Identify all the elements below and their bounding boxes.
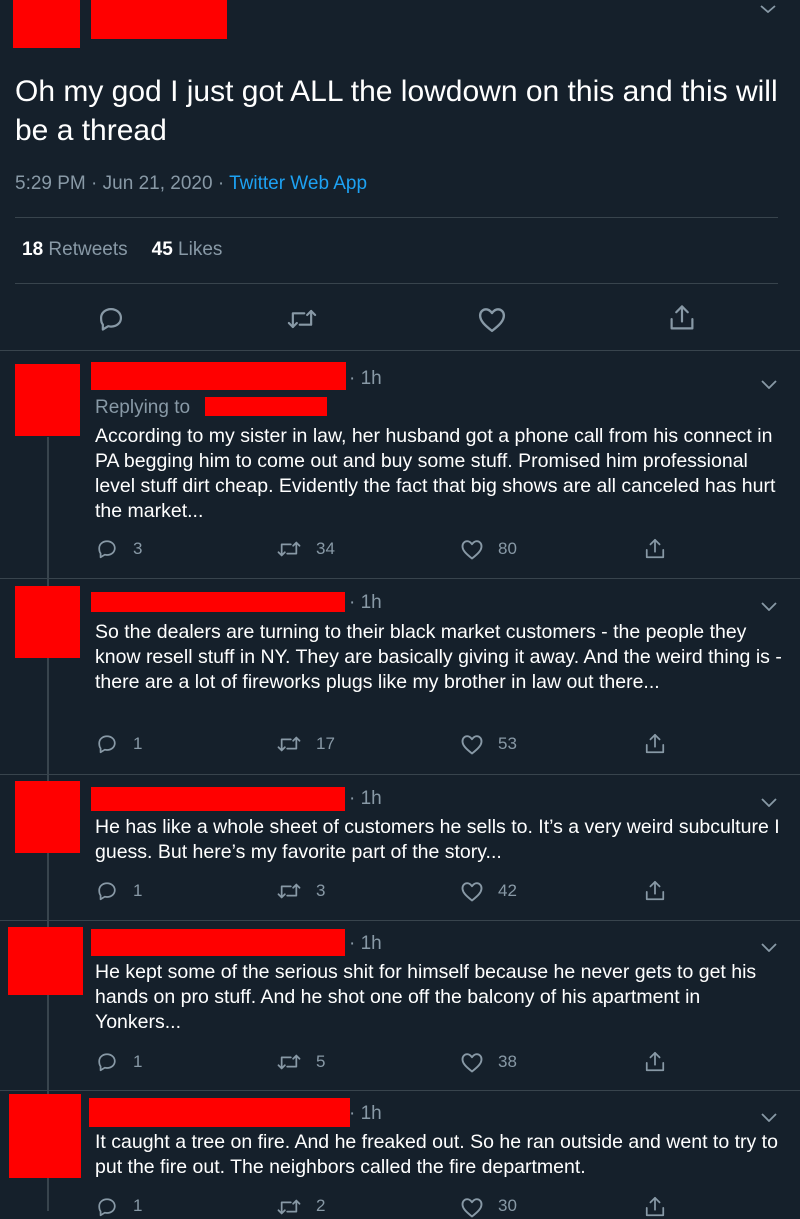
chevron-down-icon[interactable] bbox=[761, 376, 777, 394]
like-count: 80 bbox=[498, 539, 517, 558]
reply-timestamp[interactable]: · 1h bbox=[349, 368, 382, 390]
divider bbox=[0, 350, 800, 351]
reply-icon[interactable] bbox=[96, 538, 118, 560]
avatar-redacted[interactable] bbox=[9, 1094, 81, 1178]
heart-icon[interactable] bbox=[460, 733, 484, 755]
divider bbox=[15, 283, 778, 284]
author-name-redacted[interactable] bbox=[91, 929, 345, 956]
divider bbox=[15, 217, 778, 218]
author-name-redacted[interactable] bbox=[91, 787, 345, 811]
tweet-meta: 5:29 PM · Jun 21, 2020 · Twitter Web App bbox=[15, 173, 367, 195]
retweets-stat[interactable]: 18 Retweets bbox=[22, 239, 128, 260]
meta-separator: · bbox=[91, 173, 98, 194]
divider bbox=[0, 920, 800, 921]
likes-stat[interactable]: 45 Likes bbox=[152, 239, 223, 260]
avatar-redacted[interactable] bbox=[15, 781, 80, 853]
reply-icon[interactable] bbox=[96, 880, 118, 902]
heart-icon[interactable] bbox=[460, 1051, 484, 1073]
reply-icon[interactable] bbox=[96, 1051, 118, 1073]
heart-icon[interactable] bbox=[460, 880, 484, 902]
tweet-text: Oh my god I just got ALL the lowdown on … bbox=[15, 75, 778, 147]
reply-timestamp[interactable]: · 1h bbox=[349, 1103, 382, 1125]
reply-icon[interactable] bbox=[97, 305, 125, 333]
chevron-down-icon[interactable] bbox=[761, 794, 777, 812]
heart-icon[interactable] bbox=[477, 305, 507, 333]
reply-count: 1 bbox=[133, 881, 143, 900]
avatar-redacted[interactable] bbox=[8, 927, 83, 995]
retweets-label: Retweets bbox=[48, 239, 128, 260]
share-icon[interactable] bbox=[644, 1050, 666, 1074]
tweet-date[interactable]: Jun 21, 2020 bbox=[103, 173, 213, 194]
retweet-icon[interactable] bbox=[276, 1196, 302, 1218]
meta-separator: · bbox=[217, 173, 225, 194]
like-count: 38 bbox=[498, 1052, 517, 1071]
reply-timestamp[interactable]: · 1h bbox=[349, 933, 382, 955]
retweet-count: 34 bbox=[316, 539, 335, 558]
reply-text: He kept some of the serious shit for him… bbox=[95, 961, 757, 1033]
divider bbox=[0, 578, 800, 579]
avatar-redacted[interactable] bbox=[15, 586, 80, 658]
heart-icon[interactable] bbox=[460, 538, 484, 560]
share-icon[interactable] bbox=[644, 879, 666, 903]
reply-text: He has like a whole sheet of customers h… bbox=[95, 816, 780, 863]
share-icon[interactable] bbox=[644, 732, 666, 756]
retweet-count: 5 bbox=[316, 1052, 326, 1071]
tweet-source-link[interactable]: Twitter Web App bbox=[229, 173, 367, 194]
share-icon[interactable] bbox=[644, 1195, 666, 1219]
reply-count: 1 bbox=[133, 1052, 143, 1071]
retweet-icon[interactable] bbox=[276, 733, 302, 755]
like-count: 53 bbox=[498, 734, 517, 753]
reply-timestamp[interactable]: · 1h bbox=[349, 788, 382, 810]
divider bbox=[0, 1090, 800, 1091]
replying-to-label: Replying to bbox=[95, 397, 191, 418]
chevron-down-icon[interactable] bbox=[760, 0, 776, 18]
share-icon[interactable] bbox=[644, 537, 666, 561]
mention-redacted[interactable] bbox=[205, 397, 327, 416]
author-name-redacted[interactable] bbox=[91, 362, 346, 390]
like-count: 42 bbox=[498, 881, 517, 900]
author-name-redacted[interactable] bbox=[91, 592, 345, 612]
reply-text: According to my sister in law, her husba… bbox=[95, 425, 776, 522]
tweet-stats: 18 Retweets 45 Likes bbox=[22, 239, 222, 261]
retweet-icon[interactable] bbox=[276, 1051, 302, 1073]
author-avatar-redacted[interactable] bbox=[13, 0, 80, 48]
heart-icon[interactable] bbox=[460, 1196, 484, 1218]
author-name-redacted[interactable] bbox=[89, 1098, 350, 1127]
chevron-down-icon[interactable] bbox=[761, 598, 777, 616]
retweet-icon[interactable] bbox=[276, 538, 302, 560]
retweet-icon[interactable] bbox=[286, 305, 318, 333]
chevron-down-icon[interactable] bbox=[761, 939, 777, 957]
reply-icon[interactable] bbox=[96, 733, 118, 755]
avatar-redacted[interactable] bbox=[15, 364, 80, 436]
tweet-time: 5:29 PM bbox=[15, 173, 86, 194]
likes-label: Likes bbox=[178, 239, 223, 260]
reply-count: 1 bbox=[133, 1196, 143, 1215]
reply-text: So the dealers are turning to their blac… bbox=[95, 621, 782, 693]
retweets-count: 18 bbox=[22, 239, 44, 260]
retweet-icon[interactable] bbox=[276, 880, 302, 902]
likes-count: 45 bbox=[151, 239, 173, 260]
retweet-count: 3 bbox=[316, 881, 326, 900]
retweet-count: 17 bbox=[316, 734, 335, 753]
reply-timestamp[interactable]: · 1h bbox=[349, 592, 382, 614]
reply-count: 1 bbox=[133, 734, 143, 753]
author-name-redacted[interactable] bbox=[91, 0, 227, 39]
reply-text: It caught a tree on fire. And he freaked… bbox=[95, 1131, 778, 1178]
share-icon[interactable] bbox=[668, 303, 696, 333]
chevron-down-icon[interactable] bbox=[761, 1109, 777, 1127]
like-count: 30 bbox=[498, 1196, 517, 1215]
retweet-count: 2 bbox=[316, 1196, 326, 1215]
divider bbox=[0, 774, 800, 775]
reply-count: 3 bbox=[133, 539, 143, 558]
reply-icon[interactable] bbox=[96, 1196, 118, 1218]
